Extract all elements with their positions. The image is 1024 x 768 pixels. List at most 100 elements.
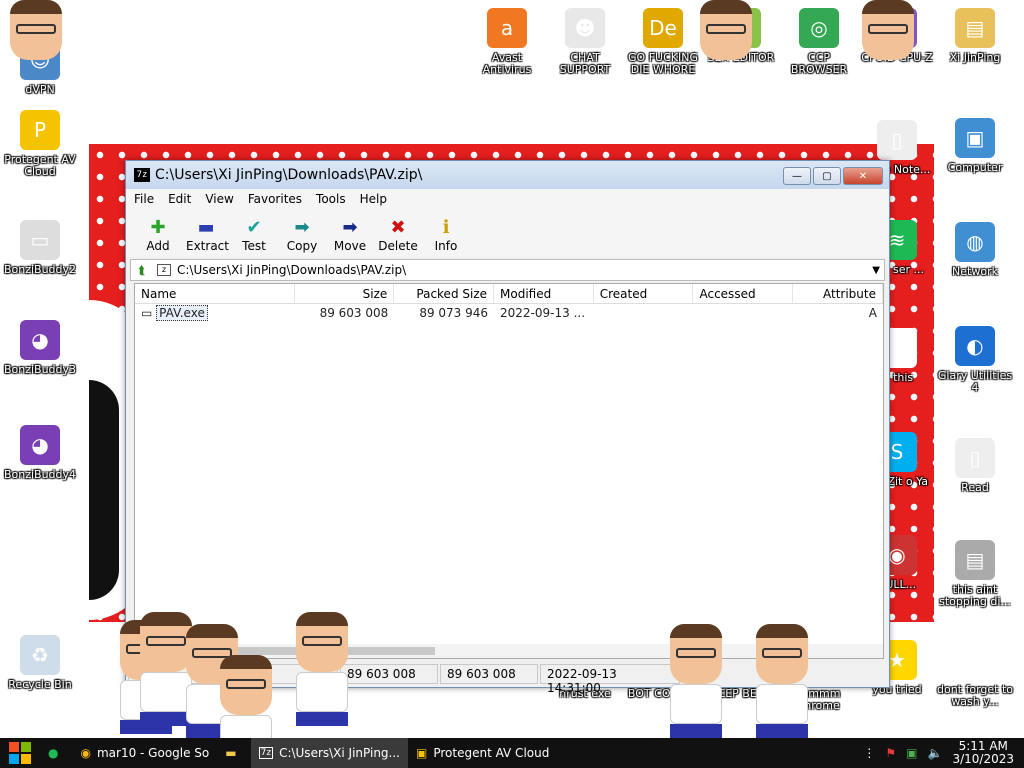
toolbar-label: Test [242,239,266,253]
cartoon-character[interactable] [700,0,752,60]
cartoon-character[interactable] [756,624,808,738]
folder-icon: ▬ [225,746,237,760]
menu-favorites[interactable]: Favorites [248,192,302,206]
desktop-icon[interactable]: a Avast Antivirus [467,8,547,76]
cartoon-character[interactable] [862,0,914,60]
toolbar-label: Add [146,239,170,253]
app-icon: ♻ [20,635,60,675]
file-attribute: A [868,306,877,320]
desktop-icon-label: Read [961,481,989,494]
col-size[interactable]: Size [295,284,395,303]
network-icon[interactable]: ▣ [906,746,917,760]
file-created [594,304,694,322]
desktop-icon[interactable]: ▤ Xi JinPing [935,8,1015,64]
menu-help[interactable]: Help [360,192,387,206]
desktop-icon[interactable]: P Protegent AV Cloud [0,110,80,178]
col-modified[interactable]: Modified [494,284,594,303]
col-accessed[interactable]: Accessed [693,284,794,303]
desktop-icon-label: BonziBuddy2 [3,263,77,276]
menu-edit[interactable]: Edit [168,192,191,206]
address-bar[interactable]: ⮬ z C:\Users\Xi JinPing\Downloads\PAV.zi… [130,259,885,281]
move-button[interactable]: ➡ Move [330,217,370,253]
start-button[interactable] [0,738,40,768]
taskbar-protegent[interactable]: ▣ Protegent AV Cloud [408,738,557,768]
col-created[interactable]: Created [594,284,694,303]
taskbar-chrome[interactable]: ◉ mar10 - Google So [72,738,217,768]
delete-button[interactable]: ✖ Delete [378,217,418,253]
cartoon-character[interactable] [670,624,722,738]
desktop-icon[interactable]: ☻ CHAT SUPPORT [545,8,625,76]
7zip-window[interactable]: 7z C:\Users\Xi JinPing\Downloads\PAV.zip… [125,160,890,695]
desktop-icon[interactable]: ◕ BonziBuddy3 [0,320,80,376]
app-icon: a [487,8,527,48]
clock[interactable]: 5:11 AM 3/10/2023 [952,740,1014,766]
taskbar-explorer[interactable]: ▬ [217,738,250,768]
volume-icon[interactable]: 🔈 [928,746,943,760]
window-titlebar[interactable]: 7z C:\Users\Xi JinPing\Downloads\PAV.zip… [126,161,889,189]
file-modified: 2022-09-13 ... [500,306,586,320]
file-name[interactable]: PAV.exe [156,305,208,321]
desktop-icon-label: BonziBuddy4 [3,468,77,481]
cartoon-character[interactable] [140,612,192,726]
app-icon: P [20,110,60,150]
7zip-icon: 7z [134,168,150,182]
menu-tools[interactable]: Tools [316,192,346,206]
more-icon[interactable]: ⋮ [863,746,875,760]
add-button[interactable]: ✚ Add [138,217,178,253]
system-tray: ⋮ ⚑ ▣ 🔈 5:11 AM 3/10/2023 [863,740,1024,766]
exe-file-icon: ▭ [141,306,153,320]
cartoon-hair-decoration [89,380,119,600]
desktop-icon[interactable]: ▯ Read [935,438,1015,494]
app-icon: ☻ [565,8,605,48]
desktop-icon-label: Xi JinPing [949,51,1001,64]
taskbar-7zip[interactable]: 7z C:\Users\Xi JinPing... [250,738,408,768]
desktop-icon[interactable]: ◍ Network [935,222,1015,278]
minus-icon: ▬ [197,217,215,238]
desktop-icon-label: dont forget to wash y... [936,683,1014,708]
extract-button[interactable]: ▬ Extract [186,217,229,253]
info-button[interactable]: ℹ Info [426,217,466,253]
col-name[interactable]: Name [135,284,295,303]
desktop-icon[interactable]: ◕ BonziBuddy4 [0,425,80,481]
taskbar-chat[interactable]: ● [40,738,72,768]
app-icon: ▤ [955,540,995,580]
desktop-icon[interactable]: ♻ Recycle Bin [0,635,80,691]
up-folder-icon[interactable]: ⮬ [131,263,153,278]
desktop-icon-label: Glary Utilities 4 [937,369,1013,394]
toolbar-label: Delete [378,239,418,253]
delete-x-icon: ✖ [390,217,406,238]
close-button[interactable]: ✕ [843,167,883,185]
desktop-icon[interactable]: ▤ this aint stopping di... [935,540,1015,608]
maximize-button[interactable]: ▢ [813,167,841,185]
minimize-button[interactable]: — [783,167,811,185]
cartoon-character[interactable] [296,612,348,726]
app-icon: ▯ [955,438,995,478]
col-attribute[interactable]: Attribute [793,284,883,303]
cartoon-character[interactable] [10,0,62,60]
desktop-icon[interactable]: ▭ BonziBuddy2 [0,220,80,276]
copy-button[interactable]: ➡ Copy [282,217,322,253]
app-icon: ◐ [955,326,995,366]
toolbar-label: Move [333,239,367,253]
desktop-icon[interactable]: ◐ Glary Utilities 4 [935,326,1015,394]
protegent-icon: ▣ [416,746,428,760]
desktop-icon[interactable]: De GO FUCKING DIE WHORE [623,8,703,76]
desktop-icon[interactable]: ◎ CCP BROWSER [779,8,859,76]
app-icon: ▭ [20,220,60,260]
status-size: 89 603 008 [340,664,438,684]
desktop-icon-label: Computer [947,161,1003,174]
menu-file[interactable]: File [134,192,154,206]
desktop-icon[interactable]: ▣ Computer [935,118,1015,174]
list-header: Name Size Packed Size Modified Created A… [135,284,883,304]
taskbar: ● ◉ mar10 - Google So ▬ 7z C:\Users\Xi Jin… [0,738,1024,768]
app-icon: ▣ [955,118,995,158]
desktop-icon[interactable]: ▦ dont forget to wash y... [935,640,1015,708]
file-size: 89 603 008 [319,306,389,320]
file-list[interactable]: Name Size Packed Size Modified Created A… [134,283,884,659]
flag-icon[interactable]: ⚑ [885,746,896,760]
col-packed-size[interactable]: Packed Size [394,284,495,303]
test-button[interactable]: ✔ Test [234,217,274,253]
chevron-down-icon[interactable]: ▼ [872,265,880,276]
menu-view[interactable]: View [205,192,233,206]
table-row[interactable]: ▭ PAV.exe 89 603 008 89 073 946 2022-09-… [135,304,883,322]
